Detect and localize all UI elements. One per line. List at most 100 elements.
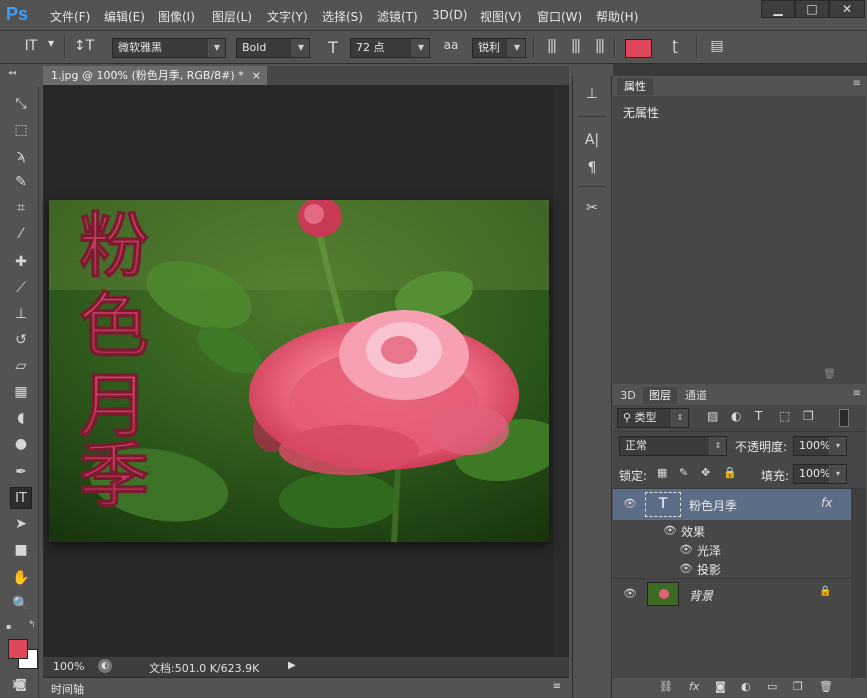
layer-name[interactable]: 粉色月季 [689, 497, 737, 514]
foreground-color-swatch[interactable] [8, 639, 28, 659]
tab-3d[interactable]: 3D [615, 387, 641, 404]
align-left-icon[interactable]: ||| [542, 38, 560, 54]
filter-type-icon[interactable]: T [755, 409, 762, 423]
hand-tool-icon[interactable]: ✋ [10, 567, 32, 589]
vertical-scrollbar[interactable] [554, 85, 569, 656]
play-icon[interactable]: ▶ [288, 660, 296, 671]
tab-properties[interactable]: 属性 [617, 78, 653, 95]
maximize-button[interactable]: □ [795, 0, 829, 18]
panel-menu-icon[interactable]: ≡ [853, 78, 861, 89]
menu-file[interactable]: 文件(F) [50, 8, 90, 25]
menu-select[interactable]: 选择(S) [322, 8, 363, 25]
dodge-tool-icon[interactable]: ● [10, 433, 32, 455]
eye-icon[interactable]: 👁 [663, 524, 677, 537]
menu-image[interactable]: 图像(I) [158, 8, 195, 25]
move-tool-icon[interactable]: ⤡ [10, 93, 32, 115]
lock-transparent-icon[interactable]: ▦ [657, 466, 667, 479]
link-layers-icon[interactable]: ⛓ [659, 680, 673, 693]
layer-name[interactable]: 背景 [689, 587, 713, 604]
font-style-select[interactable]: Bold ▼ [236, 38, 310, 58]
menu-3d[interactable]: 3D(D) [432, 8, 467, 22]
effects-row[interactable]: 👁 效果 [613, 521, 851, 540]
chevron-down-icon[interactable]: ▼ [48, 39, 54, 48]
status-menu-icon[interactable]: ◐ [98, 659, 112, 673]
filter-smart-object-icon[interactable]: ❐ [803, 409, 814, 423]
path-selection-tool-icon[interactable]: ➤ [10, 513, 32, 535]
type-tool-icon[interactable]: IT [10, 487, 32, 509]
trash-icon[interactable]: 🗑 [819, 680, 833, 693]
brush-tool-icon[interactable]: ⟋ [10, 277, 32, 299]
filter-kind-select[interactable]: ⚲ 类型 ⇕ [617, 408, 689, 428]
trash-icon[interactable]: 🗑 [823, 369, 836, 380]
lock-all-icon[interactable]: 🔒 [723, 466, 737, 479]
paragraph-icon[interactable]: ¶ [582, 160, 602, 176]
minimize-button[interactable]: ▁ [761, 0, 795, 18]
eye-icon[interactable]: 👁 [679, 543, 693, 556]
type-tool-preset-icon[interactable]: IT [20, 38, 42, 54]
anti-alias-select[interactable]: 锐利 ▼ [472, 38, 526, 58]
swap-colors-icon[interactable]: ↰ [28, 620, 36, 630]
timeline-tab[interactable]: 时间轴 [51, 681, 84, 697]
collapse-icon[interactable]: ◂◂ [8, 68, 16, 77]
layer-row-background[interactable]: 👁 背景 🔒 [613, 579, 851, 609]
blur-tool-icon[interactable]: ◖ [10, 407, 32, 429]
document-tab[interactable]: 1.jpg @ 100% (粉色月季, RGB/8#) * × [43, 66, 267, 85]
menu-view[interactable]: 视图(V) [480, 8, 522, 25]
blend-mode-select[interactable]: 正常 ⇕ [619, 436, 727, 456]
marquee-tool-icon[interactable]: ⬚ [10, 119, 32, 141]
filter-toggle[interactable] [839, 409, 849, 427]
panel-menu-icon[interactable]: ≡ [853, 388, 861, 399]
text-color-swatch[interactable] [625, 39, 652, 58]
lock-pixels-icon[interactable]: ✎ [679, 466, 688, 479]
rectangle-tool-icon[interactable]: ■ [10, 539, 32, 561]
menu-type[interactable]: 文字(Y) [267, 8, 308, 25]
menu-window[interactable]: 窗口(W) [537, 8, 582, 25]
filter-pixel-icon[interactable]: ▨ [707, 409, 718, 423]
font-size-select[interactable]: 72 点 ▼ [350, 38, 430, 58]
close-button[interactable]: ✕ [829, 0, 865, 18]
pen-tool-icon[interactable]: ✒ [10, 461, 32, 483]
warp-text-icon[interactable]: ʈ [664, 38, 686, 54]
layers-scrollbar[interactable] [851, 489, 866, 678]
default-colors-icon[interactable]: ▪ [6, 622, 11, 631]
font-family-select[interactable]: 微软雅黑 ▼ [112, 38, 226, 58]
tab-layers[interactable]: 图层 [643, 387, 677, 404]
effect-row-drop-shadow[interactable]: 👁 投影 [613, 559, 851, 578]
character-icon[interactable]: A| [582, 132, 602, 148]
quick-select-tool-icon[interactable]: ✎ [10, 171, 32, 193]
fill-input[interactable]: 100% ▾ [793, 464, 847, 484]
layer-row-text[interactable]: 👁 T 粉色月季 fx [613, 489, 851, 520]
fx-icon[interactable]: fx [821, 496, 832, 510]
rose-photo-canvas[interactable]: 粉 色 月 季 [49, 200, 549, 542]
opacity-input[interactable]: 100% ▾ [793, 436, 847, 456]
close-tab-icon[interactable]: × [252, 66, 261, 85]
eye-icon[interactable]: 👁 [623, 497, 637, 510]
add-mask-icon[interactable]: ◙ [715, 680, 726, 693]
gradient-tool-icon[interactable]: ▦ [10, 381, 32, 403]
eraser-tool-icon[interactable]: ▱ [10, 355, 32, 377]
healing-brush-tool-icon[interactable]: ✚ [10, 251, 32, 273]
history-brush-tool-icon[interactable]: ↺ [10, 329, 32, 351]
eye-icon[interactable]: 👁 [623, 587, 637, 600]
tab-channels[interactable]: 通道 [679, 387, 713, 404]
new-layer-icon[interactable]: ❐ [793, 680, 803, 693]
filter-shape-icon[interactable]: ⬚ [779, 409, 790, 423]
zoom-tool-icon[interactable]: 🔍 [10, 593, 32, 615]
clone-stamp-tool-icon[interactable]: ⊥ [10, 303, 32, 325]
new-group-icon[interactable]: ▭ [767, 680, 777, 693]
menu-help[interactable]: 帮助(H) [596, 8, 638, 25]
timeline-panel[interactable]: 时间轴 ≡ [43, 677, 569, 698]
zoom-level[interactable]: 100% [53, 660, 84, 673]
eyedropper-tool-icon[interactable]: ⁄ [10, 223, 32, 245]
menu-edit[interactable]: 编辑(E) [104, 8, 145, 25]
crop-tool-icon[interactable]: ⌗ [10, 197, 32, 219]
menu-filter[interactable]: 滤镜(T) [377, 8, 418, 25]
eye-icon[interactable]: 👁 [679, 562, 693, 575]
tool-presets-icon[interactable]: ✂ [582, 200, 602, 216]
filter-adjustment-icon[interactable]: ◐ [731, 409, 741, 423]
toggle-orientation-icon[interactable]: ↕T [72, 38, 96, 54]
screen-mode-icon[interactable]: ▣ [12, 679, 30, 693]
add-style-icon[interactable]: fx [689, 680, 699, 693]
adjustment-layer-icon[interactable]: ◐ [741, 680, 751, 693]
align-right-icon[interactable]: ||| [590, 38, 608, 54]
